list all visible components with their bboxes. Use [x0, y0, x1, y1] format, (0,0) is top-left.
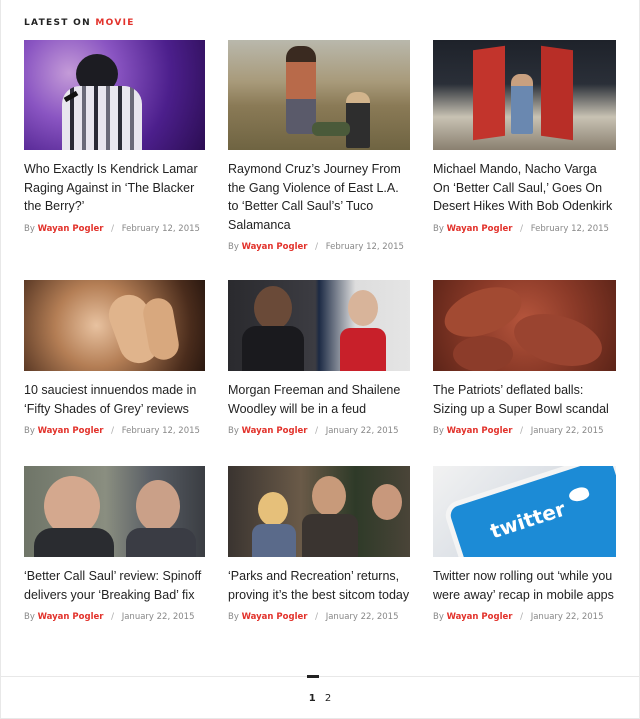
- article-meta: By Wayan Pogler / February 12, 2015: [433, 224, 616, 234]
- by-label: By: [433, 612, 444, 622]
- article-thumbnail[interactable]: [228, 466, 410, 557]
- author-link[interactable]: Wayan Pogler: [38, 224, 104, 234]
- author-link[interactable]: Wayan Pogler: [242, 426, 308, 436]
- pagination: 1 2: [0, 675, 640, 719]
- article-meta: By Wayan Pogler / January 22, 2015: [228, 426, 410, 436]
- page-1-link[interactable]: 1: [309, 693, 316, 704]
- article-thumbnail[interactable]: [433, 280, 616, 371]
- meta-separator: /: [315, 426, 319, 436]
- article-date: January 22, 2015: [530, 612, 604, 622]
- article-title-link[interactable]: Raymond Cruz’s Journey From the Gang Vio…: [228, 160, 410, 234]
- article-title-link[interactable]: ‘Parks and Recreation’ returns, proving …: [228, 567, 410, 604]
- by-label: By: [24, 223, 35, 234]
- article-date: January 22, 2015: [121, 612, 195, 622]
- article-date: January 22, 2015: [325, 426, 399, 436]
- by-label: By: [228, 242, 239, 252]
- article-thumbnail[interactable]: [24, 40, 205, 150]
- article-title-link[interactable]: Twitter now rolling out ‘while you were …: [433, 567, 616, 604]
- meta-separator: /: [111, 426, 115, 436]
- author-link[interactable]: Wayan Pogler: [38, 612, 104, 622]
- article-date: January 22, 2015: [530, 426, 604, 436]
- pagination-pages: 1 2: [0, 693, 640, 704]
- by-label: By: [433, 426, 444, 436]
- article-date: February 12, 2015: [530, 223, 609, 234]
- meta-separator: /: [520, 223, 524, 234]
- meta-separator: /: [315, 612, 319, 622]
- article-thumbnail[interactable]: [24, 466, 205, 557]
- by-label: By: [24, 612, 35, 622]
- by-label: By: [433, 223, 444, 234]
- meta-separator: /: [520, 426, 524, 436]
- article-card: ‘Better Call Saul’ review: Spinoff deliv…: [24, 466, 205, 666]
- article-meta: By Wayan Pogler / February 12, 2015: [24, 426, 205, 436]
- pagination-active-indicator: [307, 675, 319, 678]
- meta-separator: /: [315, 242, 319, 252]
- article-meta: By Wayan Pogler / February 12, 2015: [228, 242, 410, 252]
- article-card: ‘Parks and Recreation’ returns, proving …: [228, 466, 410, 666]
- article-meta: By Wayan Pogler / February 12, 2015: [24, 224, 205, 234]
- article-title-link[interactable]: Morgan Freeman and Shailene Woodley will…: [228, 381, 410, 418]
- article-card: Morgan Freeman and Shailene Woodley will…: [228, 280, 410, 466]
- author-link[interactable]: Wayan Pogler: [447, 612, 513, 622]
- article-meta: By Wayan Pogler / January 22, 2015: [228, 612, 410, 622]
- section-title: LATEST ON MOVIE: [24, 18, 135, 28]
- article-thumbnail[interactable]: [228, 40, 410, 150]
- article-thumbnail[interactable]: twitter: [433, 466, 616, 557]
- author-link[interactable]: Wayan Pogler: [447, 426, 513, 436]
- author-link[interactable]: Wayan Pogler: [242, 242, 308, 252]
- article-card: The Patriots’ deflated balls: Sizing up …: [433, 280, 616, 466]
- article-title-link[interactable]: 10 sauciest innuendos made in ‘Fifty Sha…: [24, 381, 205, 418]
- section-category-link[interactable]: MOVIE: [95, 18, 134, 28]
- article-title-link[interactable]: The Patriots’ deflated balls: Sizing up …: [433, 381, 616, 418]
- article-title-link[interactable]: Who Exactly Is Kendrick Lamar Raging Aga…: [24, 160, 205, 216]
- article-card: 10 sauciest innuendos made in ‘Fifty Sha…: [24, 280, 205, 466]
- article-thumbnail[interactable]: [228, 280, 410, 371]
- meta-separator: /: [111, 612, 115, 622]
- page-2-link[interactable]: 2: [325, 693, 331, 704]
- author-link[interactable]: Wayan Pogler: [38, 426, 104, 436]
- by-label: By: [228, 612, 239, 622]
- article-title-link[interactable]: ‘Better Call Saul’ review: Spinoff deliv…: [24, 567, 205, 604]
- article-date: January 22, 2015: [325, 612, 399, 622]
- by-label: By: [228, 426, 239, 436]
- section-title-prefix: LATEST ON: [24, 18, 91, 28]
- article-meta: By Wayan Pogler / January 22, 2015: [433, 426, 616, 436]
- author-link[interactable]: Wayan Pogler: [242, 612, 308, 622]
- meta-separator: /: [111, 223, 115, 234]
- article-thumbnail[interactable]: [433, 40, 616, 150]
- by-label: By: [24, 426, 35, 436]
- article-card: Raymond Cruz’s Journey From the Gang Vio…: [228, 40, 410, 280]
- article-grid: Who Exactly Is Kendrick Lamar Raging Aga…: [24, 40, 616, 666]
- article-card: Michael Mando, Nacho Varga On ‘Better Ca…: [433, 40, 616, 280]
- article-date: February 12, 2015: [121, 426, 200, 436]
- article-thumbnail[interactable]: [24, 280, 205, 371]
- article-date: February 12, 2015: [121, 223, 200, 234]
- article-date: February 12, 2015: [325, 242, 404, 252]
- meta-separator: /: [520, 612, 524, 622]
- article-meta: By Wayan Pogler / January 22, 2015: [433, 612, 616, 622]
- article-card: Who Exactly Is Kendrick Lamar Raging Aga…: [24, 40, 205, 280]
- article-card: twitter Twitter now rolling out ‘while y…: [433, 466, 616, 666]
- article-title-link[interactable]: Michael Mando, Nacho Varga On ‘Better Ca…: [433, 160, 616, 216]
- author-link[interactable]: Wayan Pogler: [447, 224, 513, 234]
- article-meta: By Wayan Pogler / January 22, 2015: [24, 612, 205, 622]
